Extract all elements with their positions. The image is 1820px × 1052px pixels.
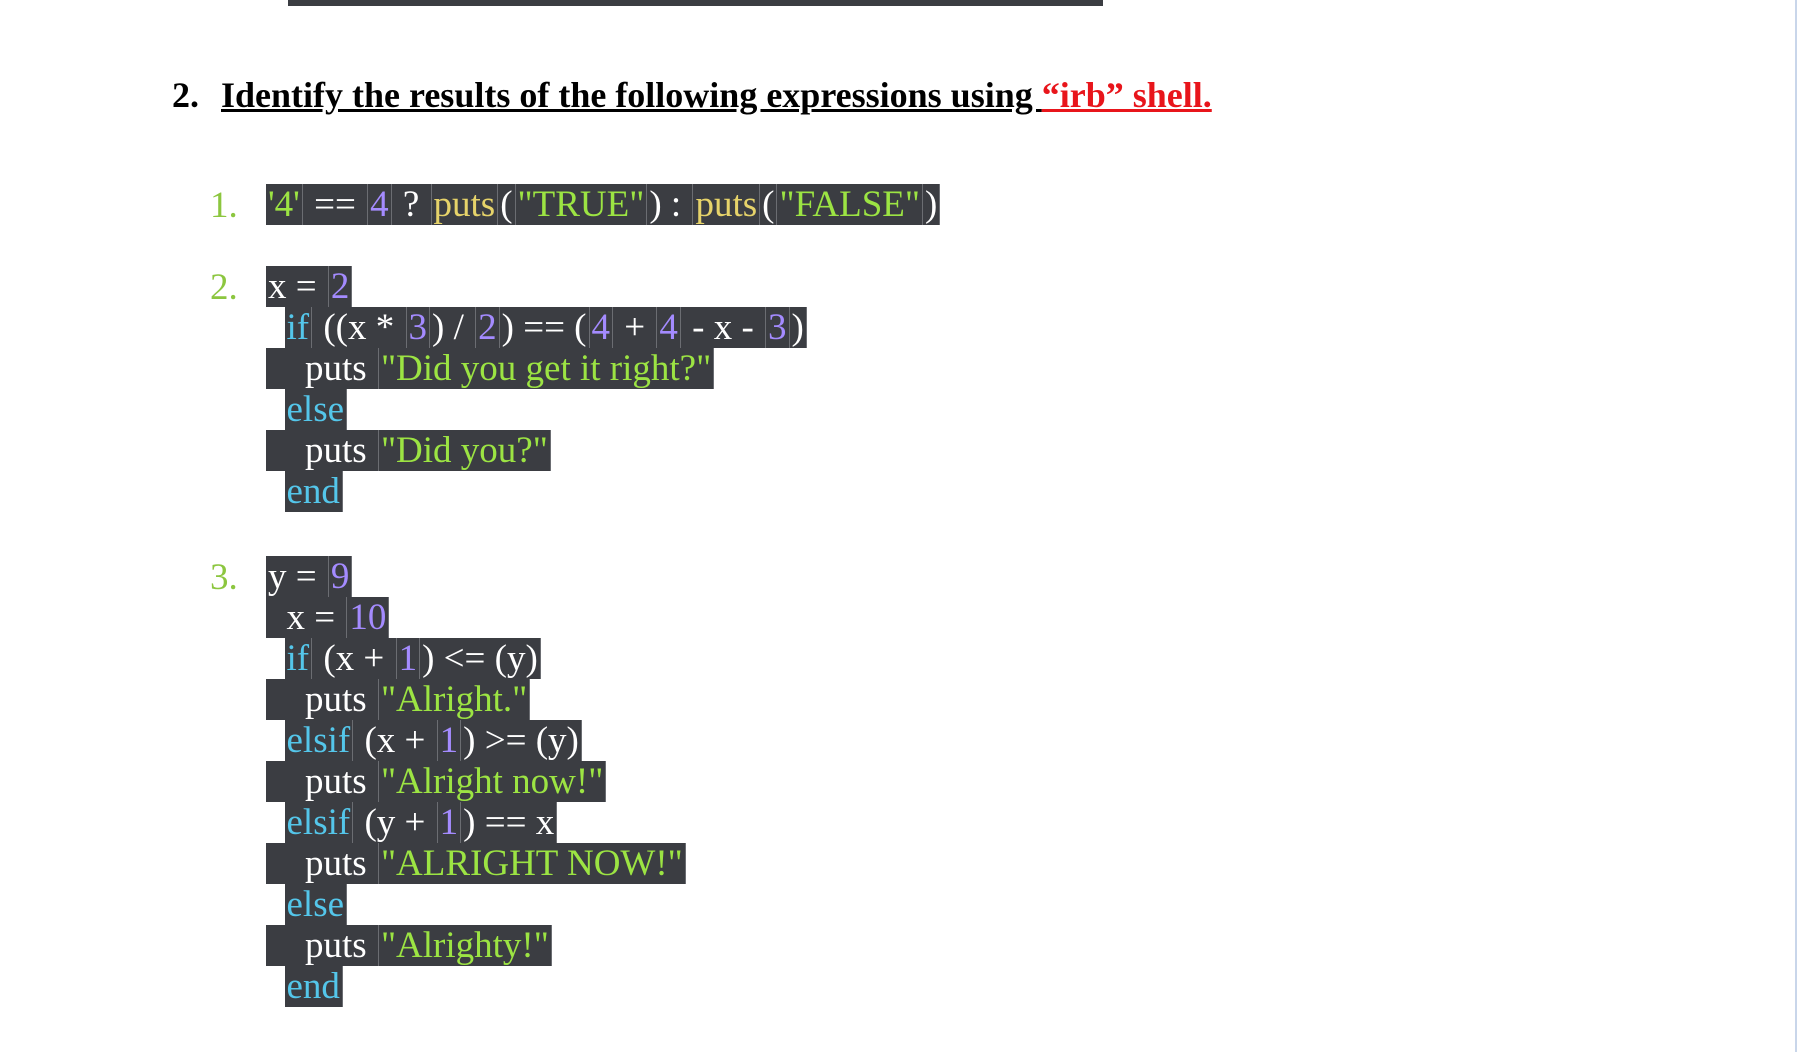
code-token: "Alright." [378,679,531,720]
code-token: ) == ( [499,307,590,348]
code-token: 3 [766,307,790,348]
code-token: (y + [353,802,438,843]
code-line: x = 2 [266,266,807,307]
code-token: puts [266,430,379,471]
code-token: 3 [406,307,431,348]
code-token: if [284,307,313,348]
code-token: else [284,884,348,925]
code-token: x = [266,597,348,638]
code-token: (x + [312,638,397,679]
code-token: puts [266,761,379,802]
code-token: + [613,307,658,348]
previous-code-block-edge [288,0,1103,6]
code-token: ( [498,184,516,225]
code-token: - x - [680,307,767,348]
code-block: y = 9 x = 10 if (x + 1) <= (y) puts "Alr… [266,556,686,1007]
code-token: elsif [284,802,354,843]
code-token: puts [266,843,379,884]
code-token: 4 [589,307,614,348]
page-edge-rule [1795,0,1797,1052]
code-token: 4 [657,307,681,348]
code-token: 1 [437,720,462,761]
code-line: x = 10 [266,597,686,638]
code-token: "Did you get it right?" [378,348,715,389]
code-token: x = [266,266,329,307]
code-line: y = 9 [266,556,686,597]
question-number: 2. [172,75,199,115]
code-token: '4' [266,184,303,225]
code-token: "Alright now!" [378,761,607,802]
code-token: "Alrighty!" [378,925,552,966]
code-token: ) : [647,184,694,225]
code-token: ) / [430,307,477,348]
code-token: 10 [347,597,390,638]
code-line: else [266,389,807,430]
code-line: puts "Alright now!" [266,761,686,802]
item-number: 2. [210,267,238,308]
code-line: puts "Alrighty!" [266,925,686,966]
code-token: puts [266,348,379,389]
code-token: ) <= (y) [420,638,541,679]
code-line: '4' == 4 ? puts("TRUE") : puts("FALSE") [266,184,941,225]
code-line: elsif (x + 1) >= (y) [266,720,686,761]
code-token: ) [923,184,941,225]
item-number: 3. [210,557,238,598]
code-token: 2 [328,266,353,307]
code-token: "Did you?" [378,430,551,471]
code-token: puts [431,184,499,225]
code-token: == [302,184,369,225]
code-token: y = [266,556,329,597]
code-token: puts [266,925,379,966]
code-token: 1 [396,638,421,679]
code-token: ? [391,184,432,225]
code-token: 2 [476,307,500,348]
code-token: "FALSE" [777,184,924,225]
item-number: 1. [210,185,238,226]
code-token: ) >= (y) [461,720,582,761]
code-line: if (x + 1) <= (y) [266,638,686,679]
code-line: end [266,471,807,512]
code-token: 4 [368,184,392,225]
code-token: (x + [353,720,438,761]
question-highlight: “irb” shell. [1041,75,1212,115]
code-line: end [266,966,686,1007]
code-token: 9 [328,556,353,597]
code-token: ( [760,184,778,225]
code-token: end [284,471,343,512]
code-token: "ALRIGHT NOW!" [378,843,686,884]
code-token: "TRUE" [515,184,648,225]
code-token: 1 [437,802,462,843]
code-line: puts "Alright." [266,679,686,720]
code-token: if [284,638,313,679]
question-text: Identify the results of the following ex… [221,75,1042,115]
code-token: puts [693,184,761,225]
code-block: '4' == 4 ? puts("TRUE") : puts("FALSE") [266,184,941,225]
code-token: ) == x [461,802,558,843]
question-heading: 2. Identify the results of the following … [172,74,1212,116]
code-line: puts "Did you?" [266,430,807,471]
code-line: puts "ALRIGHT NOW!" [266,843,686,884]
code-line: else [266,884,686,925]
code-line: elsif (y + 1) == x [266,802,686,843]
code-token: ((x * [312,307,407,348]
code-token: ) [789,307,807,348]
code-line: if ((x * 3) / 2) == (4 + 4 - x - 3) [266,307,807,348]
code-token: puts [266,679,379,720]
code-token: else [284,389,348,430]
code-token: end [284,966,343,1007]
code-block: x = 2 if ((x * 3) / 2) == (4 + 4 - x - 3… [266,266,807,512]
code-token: elsif [284,720,354,761]
code-line: puts "Did you get it right?" [266,348,807,389]
